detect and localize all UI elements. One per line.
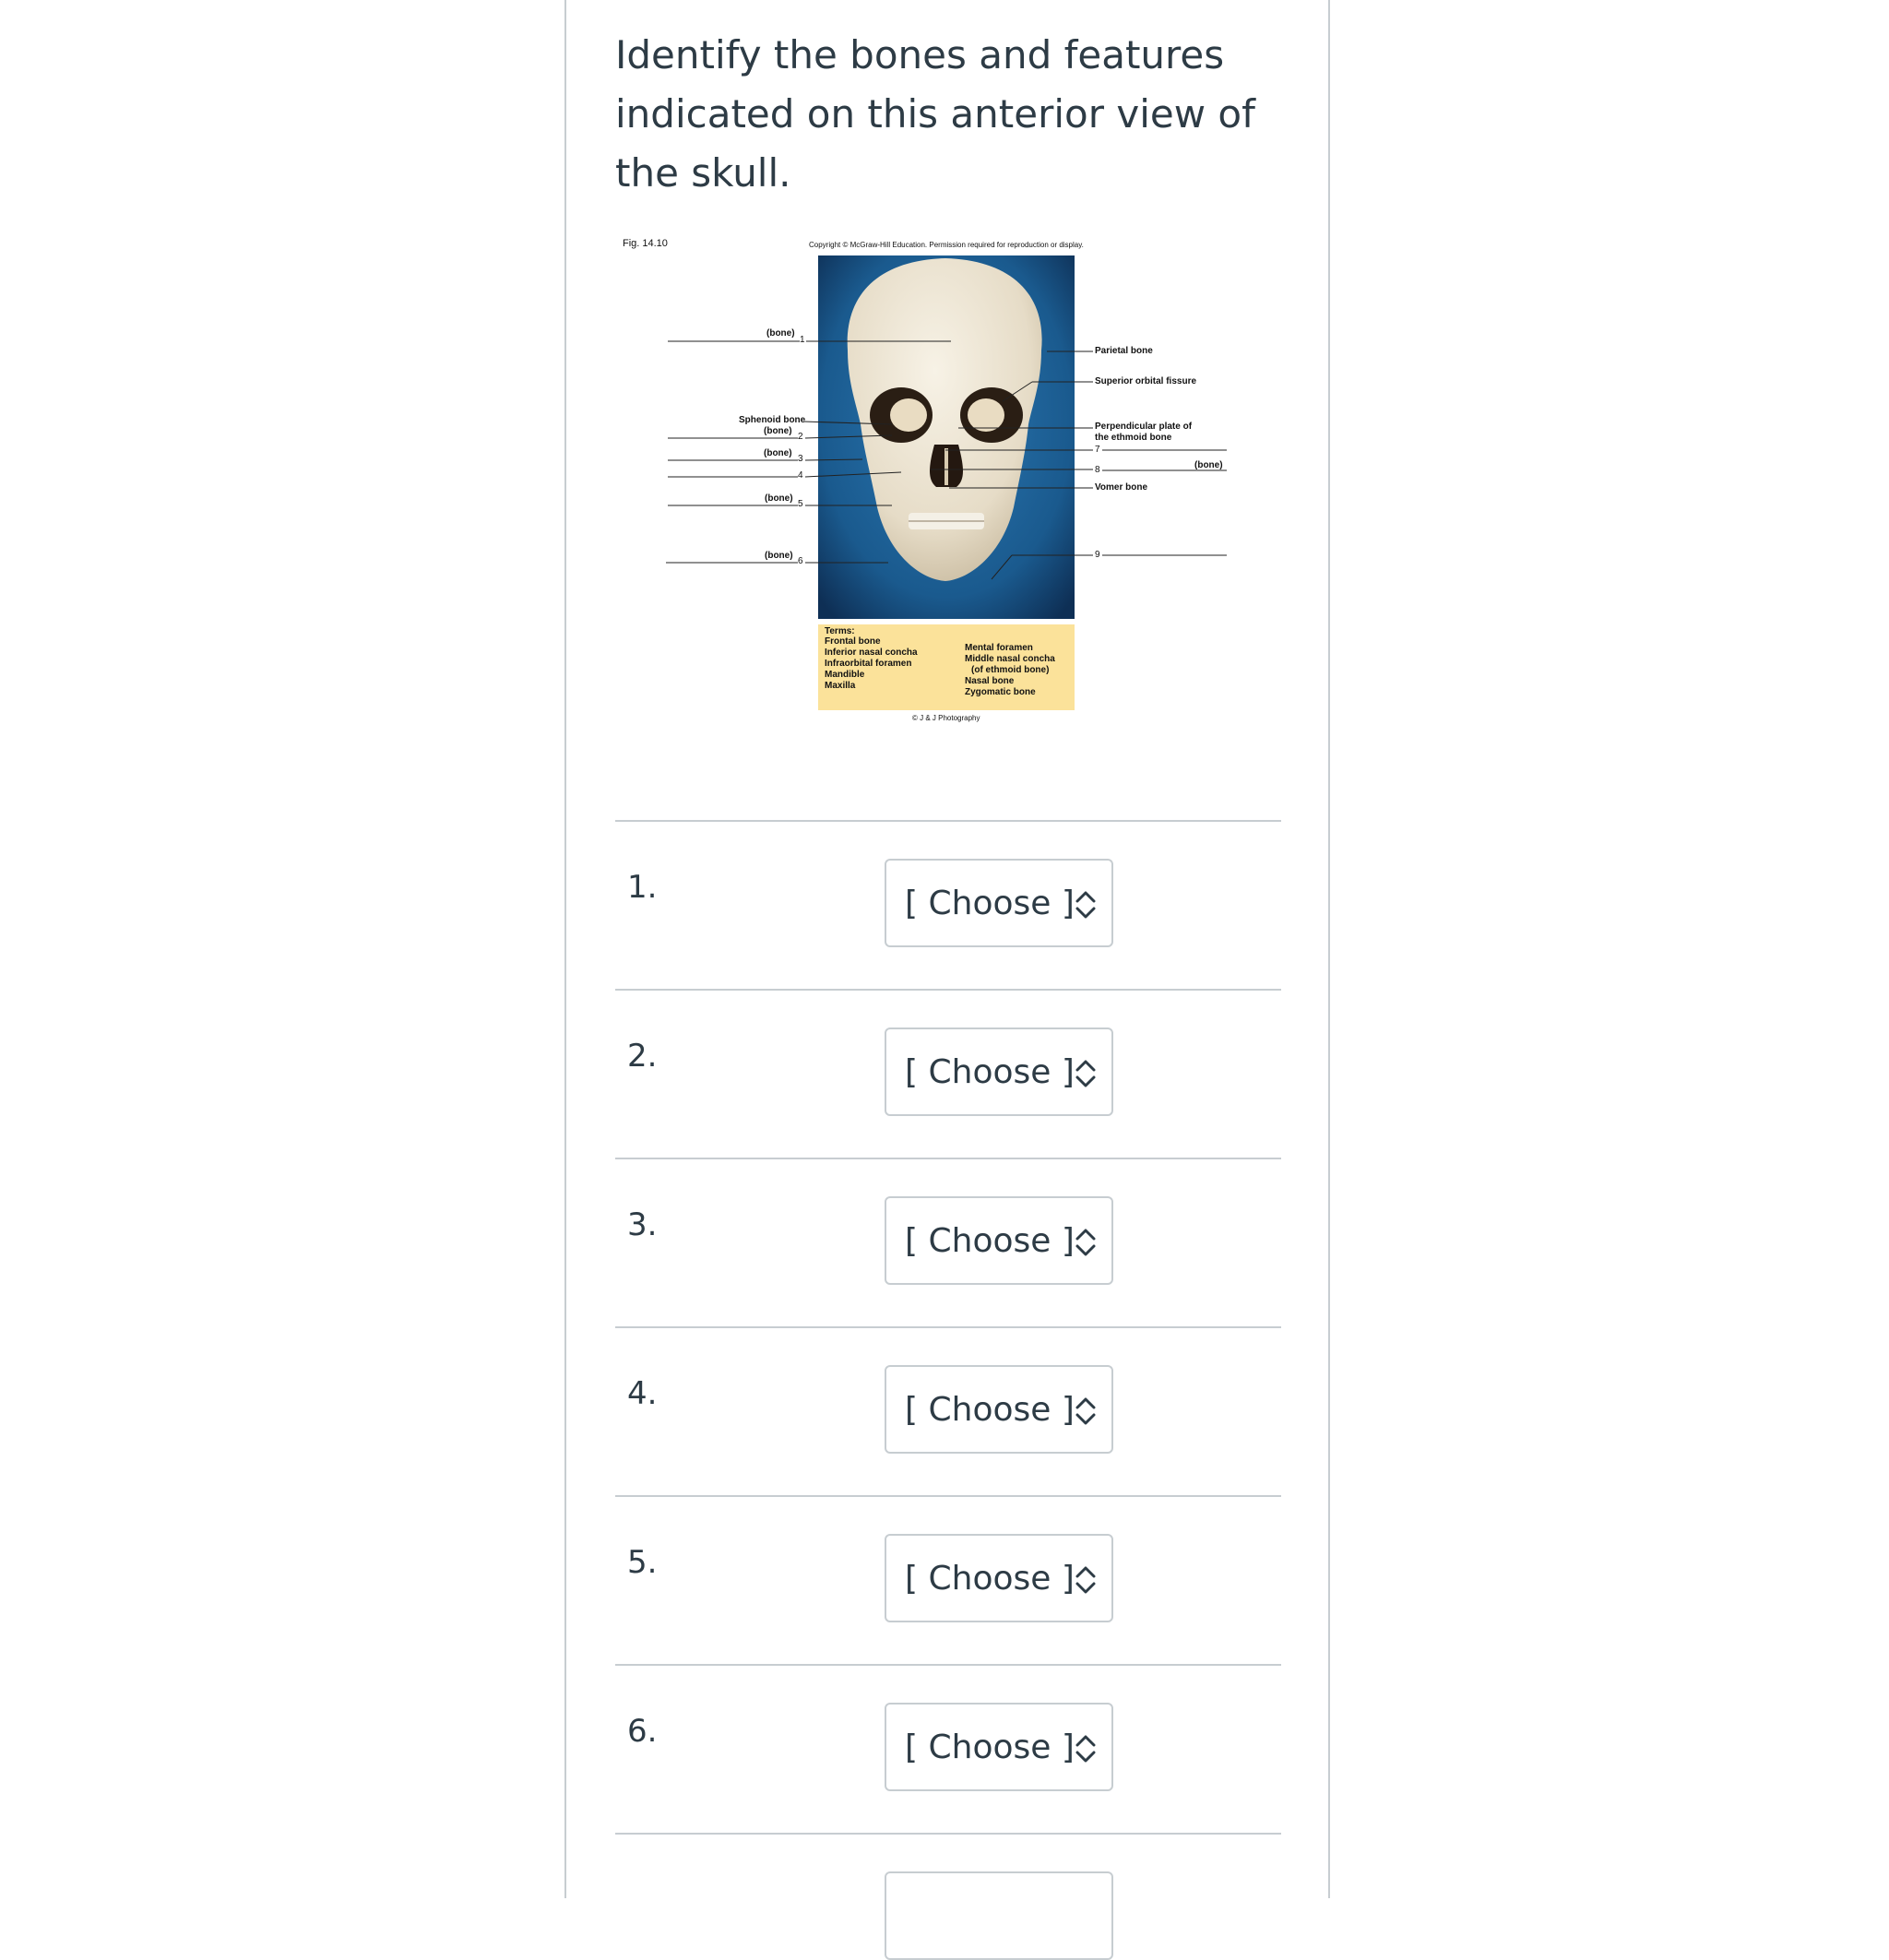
row-divider <box>615 1664 1281 1666</box>
term-item: (of ethmoid bone) <box>971 665 1050 675</box>
answer-number-4: 4. <box>627 1375 658 1412</box>
right-label-superior-orbital-fissure: Superior orbital fissure <box>1095 376 1197 386</box>
term-item: Mandible <box>825 670 865 680</box>
left-num-2: 2 <box>798 432 803 442</box>
select-value: [ Choose ] <box>905 1222 1075 1260</box>
answer-select-5[interactable]: [ Choose ] <box>885 1534 1113 1622</box>
terms-box: Terms: Frontal bone Inferior nasal conch… <box>818 624 1075 710</box>
right-label-8: (bone) <box>1194 460 1223 470</box>
select-value: [ Choose ] <box>905 885 1075 922</box>
row-divider <box>615 1326 1281 1328</box>
right-label-ethmoid: the ethmoid bone <box>1095 433 1172 443</box>
left-label-5: (bone) <box>765 493 793 504</box>
row-divider <box>615 1158 1281 1159</box>
left-num-6: 6 <box>798 556 803 566</box>
left-label-sphenoid: Sphenoid bone <box>739 415 806 425</box>
right-label-vomer: Vomer bone <box>1095 482 1148 493</box>
answer-select-1[interactable]: [ Choose ] <box>885 859 1113 947</box>
chevron-up-down-icon <box>1075 1566 1096 1594</box>
right-num-8: 8 <box>1095 465 1100 475</box>
row-divider <box>615 1833 1281 1835</box>
chevron-up-down-icon <box>1075 1397 1096 1425</box>
select-value: [ Choose ] <box>905 1053 1075 1091</box>
row-divider <box>615 1495 1281 1497</box>
answer-select-2[interactable]: [ Choose ] <box>885 1028 1113 1116</box>
row-divider <box>615 989 1281 991</box>
left-num-1: 1 <box>800 335 805 345</box>
left-num-4: 4 <box>798 470 803 481</box>
left-num-5: 5 <box>798 499 803 509</box>
photo-credit: © J & J Photography <box>912 714 980 722</box>
chevron-up-down-icon <box>1075 1229 1096 1256</box>
question-text: Identify the bones and features indicate… <box>615 32 1255 196</box>
answer-number-3: 3. <box>627 1206 658 1243</box>
right-num-7: 7 <box>1095 445 1100 455</box>
term-item: Zygomatic bone <box>965 687 1036 697</box>
term-item: Frontal bone <box>825 636 881 647</box>
answer-select-7-partial[interactable] <box>885 1871 1113 1960</box>
chevron-up-down-icon <box>1075 1735 1096 1763</box>
answer-number-1: 1. <box>627 869 658 906</box>
right-num-9: 9 <box>1095 550 1100 560</box>
skull-figure: Fig. 14.10 Copyright © McGraw-Hill Educa… <box>615 231 1242 729</box>
answer-select-6[interactable]: [ Choose ] <box>885 1703 1113 1791</box>
right-label-parietal: Parietal bone <box>1095 346 1153 356</box>
chevron-up-down-icon <box>1075 1060 1096 1087</box>
answer-number-2: 2. <box>627 1038 658 1075</box>
left-label-2: (bone) <box>764 426 792 436</box>
term-item: Mental foramen <box>965 643 1033 653</box>
left-label-6: (bone) <box>765 551 793 561</box>
answer-number-6: 6. <box>627 1713 658 1750</box>
left-orbit-wall <box>890 398 927 432</box>
select-value: [ Choose ] <box>905 1391 1075 1429</box>
right-label-perpendicular-plate: Perpendicular plate of <box>1095 422 1193 432</box>
term-item: Middle nasal concha <box>965 654 1055 664</box>
answer-select-3[interactable]: [ Choose ] <box>885 1196 1113 1285</box>
answer-number-5: 5. <box>627 1544 658 1581</box>
row-divider <box>615 820 1281 822</box>
chevron-up-down-icon <box>1075 891 1096 919</box>
select-value: [ Choose ] <box>905 1728 1075 1766</box>
term-item: Inferior nasal concha <box>825 647 918 658</box>
right-orbit-wall <box>968 398 1004 432</box>
select-value: [ Choose ] <box>905 1560 1075 1598</box>
term-item: Nasal bone <box>965 676 1015 686</box>
answer-select-4[interactable]: [ Choose ] <box>885 1365 1113 1454</box>
left-num-3: 3 <box>798 454 803 464</box>
term-item: Infraorbital foramen <box>825 659 912 669</box>
term-item: Maxilla <box>825 681 856 691</box>
left-label-3: (bone) <box>764 448 792 458</box>
left-label-1: (bone) <box>766 328 795 339</box>
